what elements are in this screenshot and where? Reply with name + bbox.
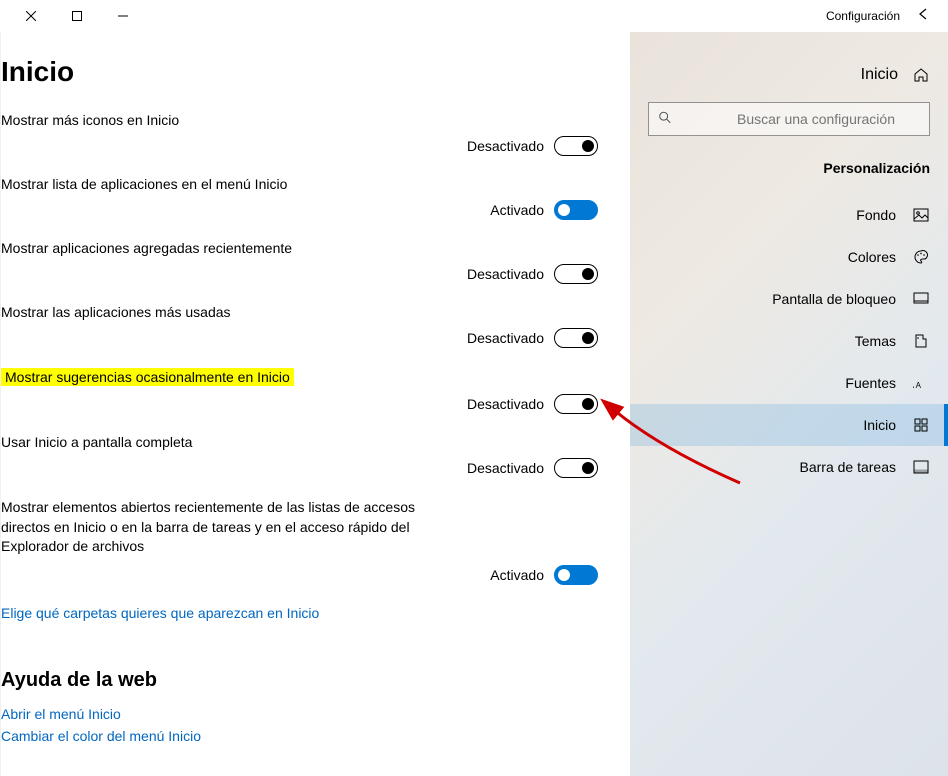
- help-link[interactable]: Abrir el menú Inicio: [1, 706, 598, 722]
- titlebar: Configuración: [0, 0, 948, 32]
- sidebar-item-label: Fondo: [856, 207, 896, 223]
- setting-row: Mostrar las aplicaciones más usadas Desac…: [1, 304, 598, 348]
- toggle-switch[interactable]: [554, 136, 598, 156]
- sidebar-home-label: Inicio: [861, 66, 898, 84]
- setting-label: Usar Inicio a pantalla completa: [1, 434, 192, 450]
- toggle-switch[interactable]: [554, 565, 598, 585]
- sidebar-item-label: Temas: [855, 333, 896, 349]
- setting-label: Mostrar lista de aplicaciones en el menú…: [1, 176, 287, 192]
- toggle-knob: [582, 398, 594, 410]
- toggle-switch[interactable]: [554, 458, 598, 478]
- setting-row: Mostrar lista de aplicaciones en el menú…: [1, 176, 598, 220]
- maximize-button[interactable]: [54, 0, 100, 32]
- setting-label: Mostrar las aplicaciones más usadas: [1, 304, 231, 320]
- setting-row: Mostrar aplicaciones agregadas recientem…: [1, 240, 598, 284]
- setting-label: Mostrar más iconos en Inicio: [1, 112, 179, 128]
- sidebar-item-temas[interactable]: Temas: [630, 320, 948, 362]
- setting-row: Mostrar elementos abiertos recientemente…: [1, 498, 598, 585]
- toggle-row: Desactivado: [1, 136, 598, 156]
- toggle-knob: [582, 332, 594, 344]
- sidebar-section-label: Personalización: [630, 152, 948, 194]
- toggle-state-label: Desactivado: [467, 138, 544, 154]
- toggle-knob: [558, 569, 570, 581]
- toggle-switch[interactable]: [554, 200, 598, 220]
- themes-icon: [912, 332, 930, 350]
- back-arrow-icon: [916, 9, 932, 26]
- setting-label: Mostrar elementos abiertos recientemente…: [1, 498, 421, 557]
- toggle-switch[interactable]: [554, 264, 598, 284]
- svg-text:A: A: [913, 379, 915, 391]
- setting-label: Mostrar aplicaciones agregadas recientem…: [1, 240, 292, 256]
- svg-text:A: A: [916, 381, 922, 390]
- sidebar-item-fuentes[interactable]: AA Fuentes: [630, 362, 948, 404]
- lock-screen-icon: [912, 290, 930, 308]
- content-area: Inicio Mostrar más iconos en Inicio Desac…: [0, 32, 630, 776]
- sidebar-item-pantalla-bloqueo[interactable]: Pantalla de bloqueo: [630, 278, 948, 320]
- choose-folders-link[interactable]: Elige qué carpetas quieres que aparezcan…: [1, 605, 598, 621]
- toggle-knob: [582, 140, 594, 152]
- close-button[interactable]: [8, 0, 54, 32]
- app-title: Configuración: [146, 9, 908, 23]
- search-input[interactable]: [648, 102, 930, 136]
- toggle-state-label: Desactivado: [467, 396, 544, 412]
- sidebar-item-inicio[interactable]: Inicio: [630, 404, 948, 446]
- back-button[interactable]: [908, 6, 940, 27]
- toggle-knob: [558, 204, 570, 216]
- home-icon: [912, 66, 930, 84]
- sidebar: Inicio Personalización Fondo Colores: [630, 32, 948, 776]
- sidebar-home[interactable]: Inicio: [630, 56, 948, 94]
- minimize-button[interactable]: [100, 0, 146, 32]
- setting-row: Usar Inicio a pantalla completa Desactiva…: [1, 434, 598, 478]
- sidebar-search: [648, 102, 930, 136]
- sidebar-item-label: Inicio: [863, 417, 896, 433]
- toggle-switch[interactable]: [554, 394, 598, 414]
- sidebar-item-colores[interactable]: Colores: [630, 236, 948, 278]
- start-icon: [912, 416, 930, 434]
- toggle-state-label: Desactivado: [467, 266, 544, 282]
- toggle-knob: [582, 462, 594, 474]
- sidebar-item-fondo[interactable]: Fondo: [630, 194, 948, 236]
- sidebar-item-barra-tareas[interactable]: Barra de tareas: [630, 446, 948, 488]
- help-link[interactable]: Cambiar el color del menú Inicio: [1, 728, 598, 744]
- toggle-row: Desactivado: [1, 394, 598, 414]
- toggle-state-label: Activado: [490, 202, 544, 218]
- toggle-row: Desactivado: [1, 328, 598, 348]
- taskbar-icon: [912, 458, 930, 476]
- setting-label: Mostrar sugerencias ocasionalmente en In…: [1, 368, 294, 386]
- sidebar-item-label: Fuentes: [845, 375, 896, 391]
- toggle-knob: [582, 268, 594, 280]
- toggle-state-label: Desactivado: [467, 330, 544, 346]
- sidebar-item-label: Colores: [848, 249, 896, 265]
- toggle-row: Desactivado: [1, 458, 598, 478]
- sidebar-item-label: Barra de tareas: [800, 459, 897, 475]
- setting-row: Mostrar más iconos en Inicio Desactivado: [1, 112, 598, 156]
- help-section-title: Ayuda de la web: [1, 669, 598, 692]
- page-title: Inicio: [1, 56, 598, 88]
- sidebar-item-label: Pantalla de bloqueo: [772, 291, 896, 307]
- toggle-state-label: Desactivado: [467, 460, 544, 476]
- toggle-row: Activado: [1, 200, 598, 220]
- toggle-state-label: Activado: [490, 567, 544, 583]
- picture-icon: [912, 206, 930, 224]
- palette-icon: [912, 248, 930, 266]
- toggle-switch[interactable]: [554, 328, 598, 348]
- font-icon: AA: [912, 374, 930, 392]
- setting-row: Mostrar sugerencias ocasionalmente en In…: [1, 368, 598, 414]
- toggle-row: Desactivado: [1, 264, 598, 284]
- window-controls: [8, 0, 146, 32]
- toggle-row: Activado: [1, 565, 598, 585]
